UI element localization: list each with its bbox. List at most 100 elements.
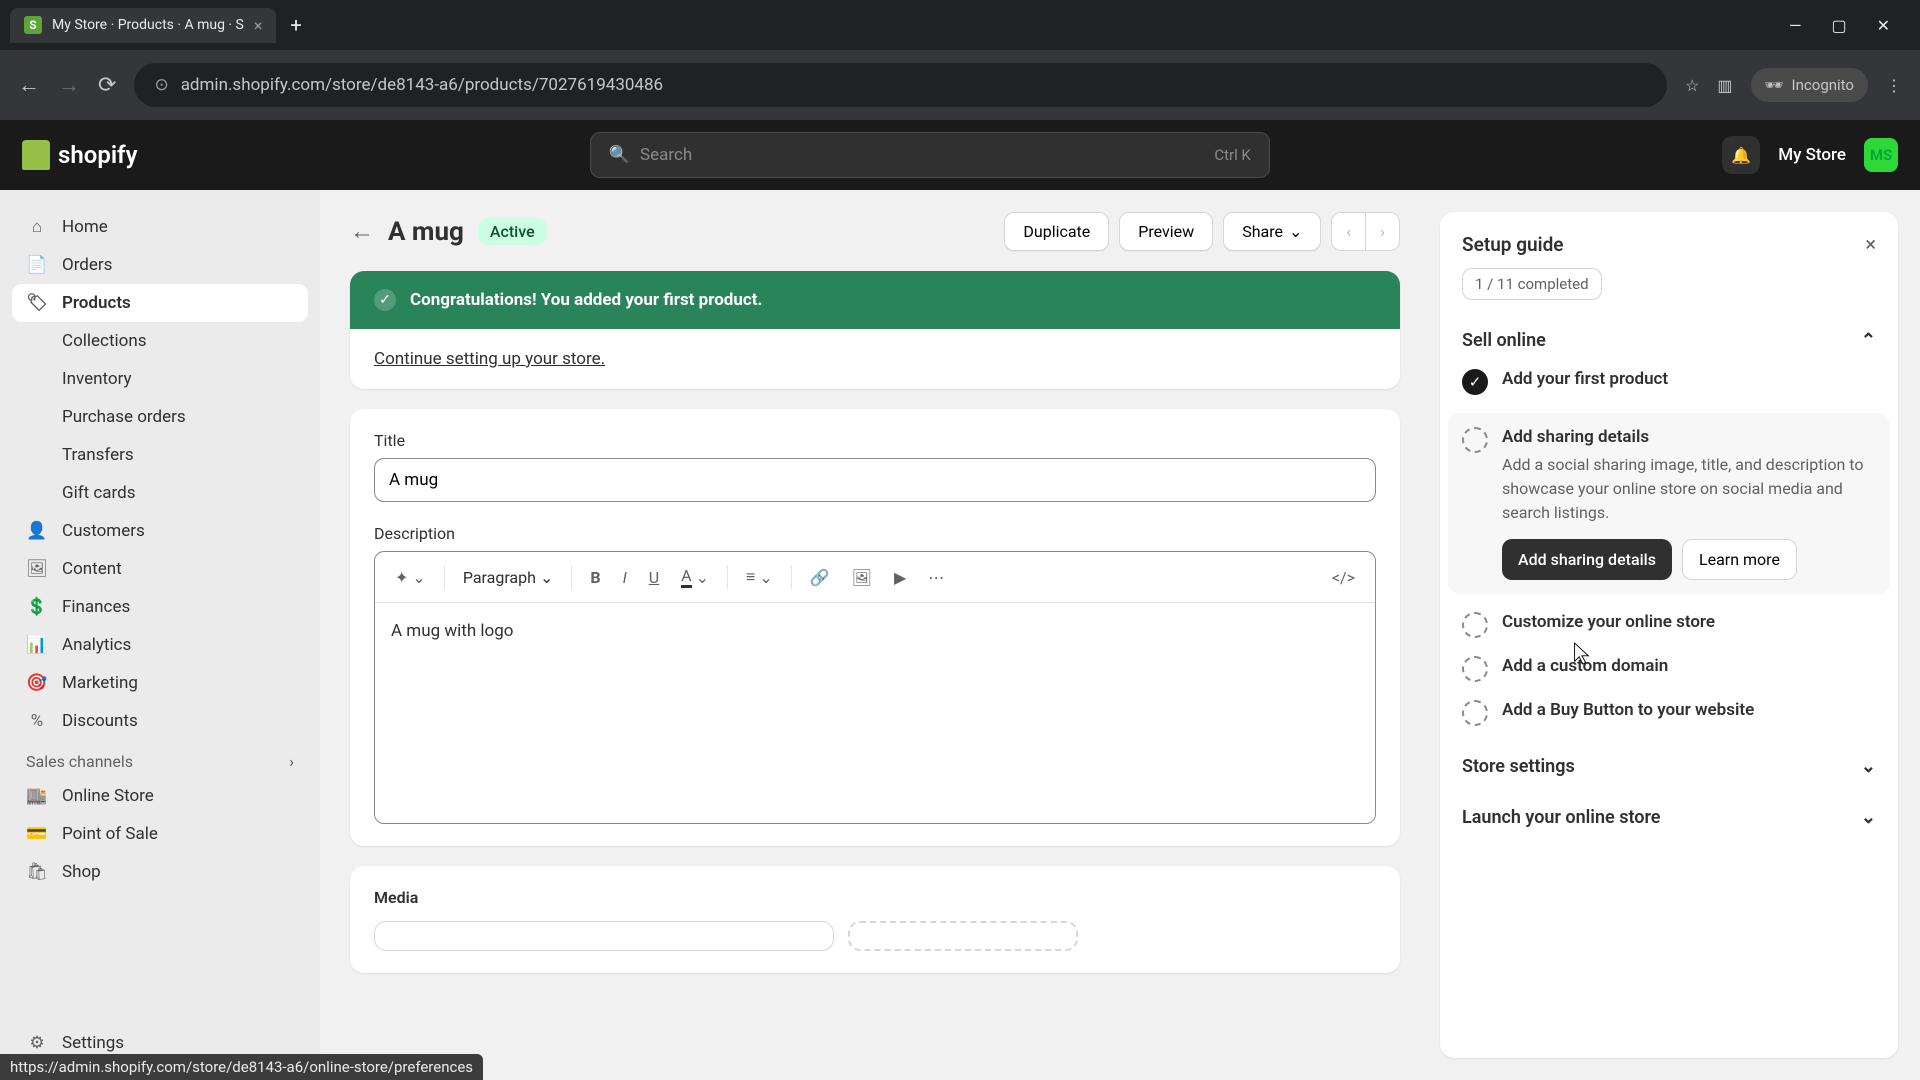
sidebar-item-gift-cards[interactable]: Gift cards xyxy=(12,474,308,512)
sidebar-item-inventory[interactable]: Inventory xyxy=(12,360,308,398)
italic-button[interactable]: I xyxy=(615,562,635,593)
share-button[interactable]: Share⌄ xyxy=(1223,212,1321,251)
section-store-settings[interactable]: Store settings ⌄ xyxy=(1462,756,1876,777)
maximize-icon[interactable]: ▢ xyxy=(1831,16,1846,35)
next-product-button[interactable]: › xyxy=(1365,213,1399,250)
sales-channels-heading[interactable]: Sales channels › xyxy=(12,740,308,777)
pos-icon: 💳 xyxy=(26,824,48,844)
ai-generate-button[interactable]: ✦⌄ xyxy=(387,562,434,593)
preview-button[interactable]: Preview xyxy=(1119,212,1213,251)
pending-circle-icon xyxy=(1462,427,1488,453)
minimize-icon[interactable]: — xyxy=(1789,16,1802,35)
bell-icon: 🔔 xyxy=(1731,146,1751,165)
search-input[interactable]: 🔍 Search Ctrl K xyxy=(590,132,1270,178)
close-window-icon[interactable]: ✕ xyxy=(1877,16,1890,35)
close-tab-icon[interactable]: × xyxy=(254,16,263,35)
chevron-down-icon: ⌄ xyxy=(696,568,709,587)
reload-icon[interactable]: ⟳ xyxy=(98,73,116,98)
success-banner: ✓ Congratulations! You added your first … xyxy=(350,271,1400,329)
back-button[interactable]: ← xyxy=(350,217,374,246)
image-button[interactable]: 🖼 xyxy=(844,562,880,593)
sidebar-item-products[interactable]: 🏷Products xyxy=(12,284,308,322)
code-view-button[interactable]: </> xyxy=(1324,562,1363,593)
search-icon: 🔍 xyxy=(609,145,630,165)
panel-icon[interactable]: ▥ xyxy=(1717,76,1732,95)
learn-more-button[interactable]: Learn more xyxy=(1682,539,1797,580)
gear-icon: ⚙ xyxy=(26,1033,48,1053)
more-button[interactable]: ⋯ xyxy=(920,562,952,593)
section-launch-store[interactable]: Launch your online store ⌄ xyxy=(1462,807,1876,828)
store-name[interactable]: My Store xyxy=(1778,145,1846,165)
site-info-icon[interactable]: ⊙ xyxy=(154,75,168,95)
chevron-down-icon: ⌄ xyxy=(412,568,425,587)
pending-circle-icon xyxy=(1462,612,1488,638)
url-text: admin.shopify.com/store/de8143-a6/produc… xyxy=(181,75,663,95)
link-button[interactable]: 🔗 xyxy=(802,562,838,593)
task-custom-domain[interactable]: Add a custom domain xyxy=(1462,656,1876,682)
sidebar-item-finances[interactable]: 💲Finances xyxy=(12,588,308,626)
add-sharing-details-button[interactable]: Add sharing details xyxy=(1502,539,1672,580)
sidebar-item-orders[interactable]: 📄Orders xyxy=(12,246,308,284)
task-add-sharing-details[interactable]: Add sharing details Add a social sharing… xyxy=(1448,413,1890,594)
chevron-down-icon: ⌄ xyxy=(1289,222,1302,241)
text-color-button[interactable]: A ⌄ xyxy=(673,560,717,594)
paragraph-select[interactable]: Paragraph ⌄ xyxy=(455,562,562,593)
media-label: Media xyxy=(374,888,1376,907)
task-buy-button[interactable]: Add a Buy Button to your website xyxy=(1462,700,1876,726)
sidebar-item-pos[interactable]: 💳Point of Sale xyxy=(12,815,308,853)
bold-button[interactable]: B xyxy=(582,562,608,593)
notifications-button[interactable]: 🔔 xyxy=(1722,136,1760,174)
sidebar-item-analytics[interactable]: 📊Analytics xyxy=(12,626,308,664)
browser-tab[interactable]: S My Store · Products · A mug · S × xyxy=(10,8,276,43)
finances-icon: 💲 xyxy=(26,597,48,617)
sidebar-item-discounts[interactable]: %Discounts xyxy=(12,702,308,740)
underline-button[interactable]: U xyxy=(641,562,667,593)
shopify-logo[interactable]: shopify xyxy=(22,140,138,170)
video-button[interactable]: ▶ xyxy=(886,562,914,593)
incognito-badge[interactable]: 🕶 Incognito xyxy=(1751,68,1869,102)
bookmark-icon[interactable]: ☆ xyxy=(1685,76,1699,95)
status-bar-url: https://admin.shopify.com/store/de8143-a… xyxy=(0,1054,483,1080)
close-setup-button[interactable]: × xyxy=(1865,232,1876,256)
title-input[interactable] xyxy=(374,458,1376,502)
sidebar-item-collections[interactable]: Collections xyxy=(12,322,308,360)
sidebar-item-home[interactable]: ⌂Home xyxy=(12,208,308,246)
sidebar-item-marketing[interactable]: 🎯Marketing xyxy=(12,664,308,702)
sidebar-item-purchase-orders[interactable]: Purchase orders xyxy=(12,398,308,436)
new-tab-button[interactable]: + xyxy=(290,13,301,37)
description-label: Description xyxy=(374,524,1376,543)
prev-product-button[interactable]: ‹ xyxy=(1332,213,1365,250)
chevron-down-icon: ⌄ xyxy=(540,568,553,587)
avatar[interactable]: MS xyxy=(1864,138,1898,172)
task-customize-store[interactable]: Customize your online store xyxy=(1462,612,1876,638)
tag-icon: 🏷 xyxy=(26,293,48,313)
task-add-first-product[interactable]: ✓ Add your first product xyxy=(1462,369,1876,395)
media-upload-zone[interactable] xyxy=(848,921,1078,951)
setup-guide-card: Setup guide × 1 / 11 completed Sell onli… xyxy=(1440,212,1898,1058)
sidebar: ⌂Home 📄Orders 🏷Products Collections Inve… xyxy=(0,190,320,1080)
sidebar-item-transfers[interactable]: Transfers xyxy=(12,436,308,474)
back-icon[interactable]: ← xyxy=(18,72,40,98)
search-shortcut: Ctrl K xyxy=(1214,146,1251,164)
sidebar-item-content[interactable]: 🖼Content xyxy=(12,550,308,588)
forward-icon[interactable]: → xyxy=(58,72,80,98)
align-button[interactable]: ≡ ⌄ xyxy=(738,561,781,593)
check-icon: ✓ xyxy=(374,289,396,311)
section-sell-online[interactable]: Sell online ⌃ xyxy=(1462,330,1876,351)
chevron-down-icon: ⌄ xyxy=(759,568,772,587)
media-thumbnail[interactable] xyxy=(374,921,834,951)
product-pager: ‹ › xyxy=(1331,212,1400,251)
continue-setup-link[interactable]: Continue setting up your store. xyxy=(374,349,605,369)
check-circle-icon: ✓ xyxy=(1462,369,1488,395)
customers-icon: 👤 xyxy=(26,521,48,541)
sidebar-item-customers[interactable]: 👤Customers xyxy=(12,512,308,550)
address-bar[interactable]: ⊙ admin.shopify.com/store/de8143-a6/prod… xyxy=(134,63,1667,107)
menu-icon[interactable]: ⋮ xyxy=(1886,76,1902,95)
home-icon: ⌂ xyxy=(26,217,48,237)
incognito-icon: 🕶 xyxy=(1765,76,1784,94)
pending-circle-icon xyxy=(1462,700,1488,726)
sidebar-item-shop[interactable]: 🛍Shop xyxy=(12,853,308,891)
description-textarea[interactable]: A mug with logo xyxy=(375,603,1375,823)
duplicate-button[interactable]: Duplicate xyxy=(1004,212,1109,251)
sidebar-item-online-store[interactable]: 🏬Online Store xyxy=(12,777,308,815)
